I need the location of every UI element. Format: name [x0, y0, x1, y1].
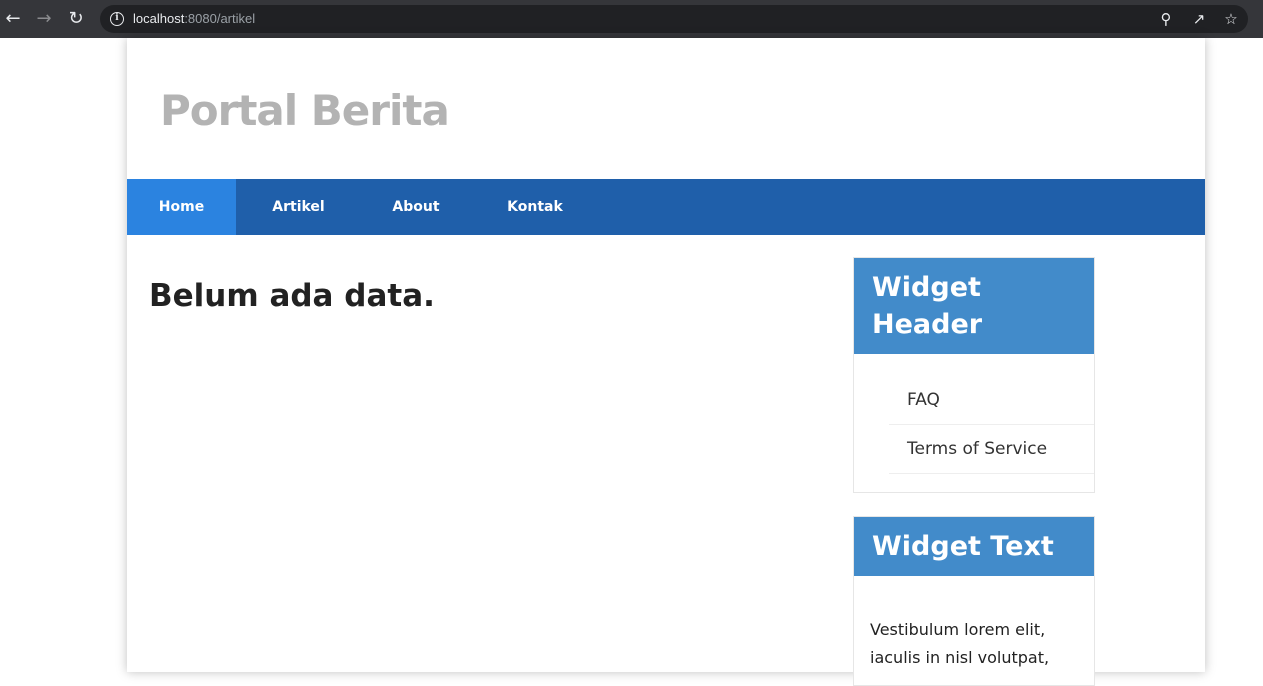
- widget-text-body: Vestibulum lorem elit, iaculis in nisl v…: [870, 620, 1050, 667]
- widget-link-terms[interactable]: Terms of Service: [889, 425, 1094, 474]
- reload-icon[interactable]: ↻: [65, 8, 87, 30]
- site-header: Portal Berita: [127, 38, 1205, 179]
- nav-item-about[interactable]: About: [361, 179, 471, 235]
- forward-arrow-icon[interactable]: →: [33, 8, 55, 30]
- url-host: localhost: [133, 11, 185, 26]
- star-icon[interactable]: ☆: [1222, 10, 1240, 28]
- zoom-icon[interactable]: ⚲: [1157, 10, 1175, 28]
- site-title: Portal Berita: [160, 86, 450, 135]
- empty-data-heading: Belum ada data.: [149, 278, 435, 314]
- widget-text-box: Widget Text Vestibulum lorem elit, iacul…: [853, 516, 1095, 686]
- widget-link-list: FAQ Terms of Service: [854, 354, 1094, 492]
- page-container: Portal Berita Home Artikel About Kontak …: [127, 38, 1205, 686]
- info-icon[interactable]: i: [110, 12, 124, 26]
- widget-header-box: Widget Header FAQ Terms of Service: [853, 257, 1095, 493]
- browser-toolbar: ← → ↻ i localhost:8080/artikel ⚲ ↗ ☆: [0, 0, 1263, 38]
- address-bar[interactable]: i localhost:8080/artikel ⚲ ↗ ☆: [100, 5, 1248, 33]
- url-text[interactable]: localhost:8080/artikel: [133, 11, 255, 26]
- widget-header-title: Widget Header: [854, 258, 1094, 354]
- url-path: :8080/artikel: [184, 11, 256, 26]
- nav-item-artikel[interactable]: Artikel: [236, 179, 361, 235]
- nav-item-kontak[interactable]: Kontak: [471, 179, 599, 235]
- back-arrow-icon[interactable]: ←: [2, 8, 24, 30]
- main-navbar: Home Artikel About Kontak: [127, 179, 1205, 235]
- widget-link-faq[interactable]: FAQ: [889, 376, 1094, 425]
- widget-text-title: Widget Text: [854, 517, 1094, 576]
- share-icon[interactable]: ↗: [1190, 10, 1208, 28]
- nav-item-home[interactable]: Home: [127, 179, 236, 235]
